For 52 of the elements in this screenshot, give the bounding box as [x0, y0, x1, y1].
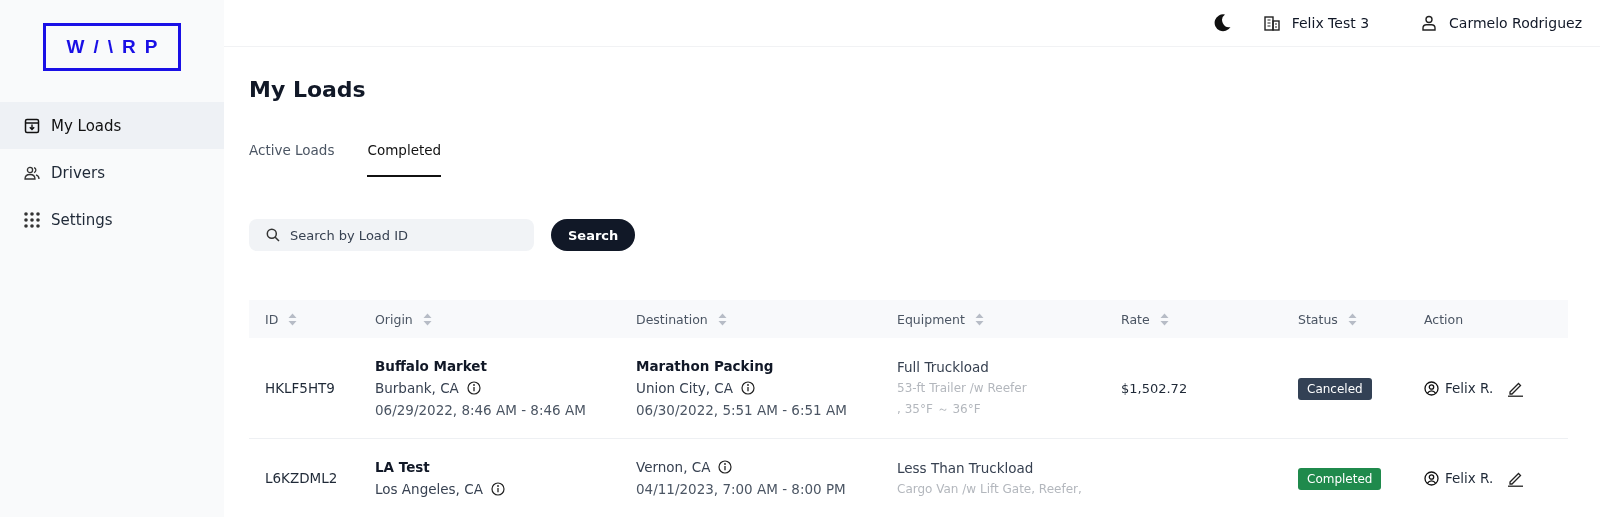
driver-name: Felix R. — [1445, 470, 1494, 486]
location-name: Marathon Packing — [636, 358, 774, 374]
info-icon[interactable] — [490, 482, 505, 496]
column-header[interactable]: ID — [265, 311, 298, 327]
user-icon — [1421, 15, 1438, 31]
search-field[interactable]: Search by Load ID — [249, 219, 534, 251]
location-city: Union City, CA — [636, 380, 733, 396]
user-name[interactable]: Carmelo Rodriguez — [1449, 15, 1582, 31]
tab[interactable]: Completed — [367, 142, 442, 177]
column-header[interactable]: Status — [1298, 311, 1357, 327]
info-icon[interactable] — [466, 381, 481, 395]
table-cell: HKLF5HT9 — [265, 380, 335, 396]
column-header[interactable]: Origin — [375, 311, 432, 327]
grid-icon — [24, 211, 40, 228]
sidebar-item[interactable]: Drivers — [0, 149, 224, 196]
status-badge: Canceled — [1298, 378, 1372, 400]
location-name: LA Test — [375, 459, 430, 475]
equipment-detail: , 35°F ～ 36°F — [897, 400, 981, 418]
page-title: My Loads — [249, 77, 367, 102]
search-icon — [266, 228, 280, 242]
building-icon — [1263, 15, 1280, 31]
info-icon[interactable] — [718, 460, 733, 474]
location-name: Buffalo Market — [375, 358, 487, 374]
location-city: Vernon, CA — [636, 459, 711, 475]
user-circle-icon — [1424, 470, 1439, 486]
driver-name: Felix R. — [1445, 380, 1494, 396]
time-window: 04/11/2023, 7:00 AM - 8:00 PM — [636, 481, 846, 497]
equipment-type: Full Truckload — [897, 358, 989, 375]
status-badge: Completed — [1298, 468, 1382, 490]
time-window: 06/29/2022, 8:46 AM - 8:46 AM — [375, 402, 586, 418]
sidebar-item[interactable]: My Loads — [0, 102, 224, 149]
column-header[interactable]: Action — [1424, 311, 1464, 327]
column-header[interactable]: Destination — [636, 311, 727, 327]
table-cell: L6KZDML2 — [265, 470, 338, 486]
tray-icon — [24, 117, 40, 134]
company-name[interactable]: Felix Test 3 — [1291, 15, 1370, 31]
location-city: Burbank, CA — [375, 380, 459, 396]
column-header[interactable]: Equipment — [897, 311, 984, 327]
search-button[interactable]: Search — [551, 219, 636, 251]
equipment-detail: 53-ft Trailer /w Reefer — [897, 380, 1027, 395]
people-icon — [24, 165, 40, 180]
user-circle-icon — [1424, 380, 1439, 396]
tab[interactable]: Active Loads — [249, 142, 335, 177]
logo: W/\RP — [42, 23, 182, 71]
info-icon[interactable] — [741, 381, 755, 395]
column-header[interactable]: Rate — [1121, 311, 1169, 327]
equipment-type: Less Than Truckload — [897, 460, 1034, 476]
sidebar-item[interactable]: Settings — [0, 196, 224, 243]
equipment-detail: Cargo Van /w Lift Gate, Reefer, — [897, 482, 1082, 496]
rate-value: $1,502.72 — [1121, 381, 1188, 396]
time-window: 06/30/2022, 5:51 AM - 6:51 AM — [636, 402, 847, 418]
location-city: Los Angeles, CA — [375, 481, 483, 497]
